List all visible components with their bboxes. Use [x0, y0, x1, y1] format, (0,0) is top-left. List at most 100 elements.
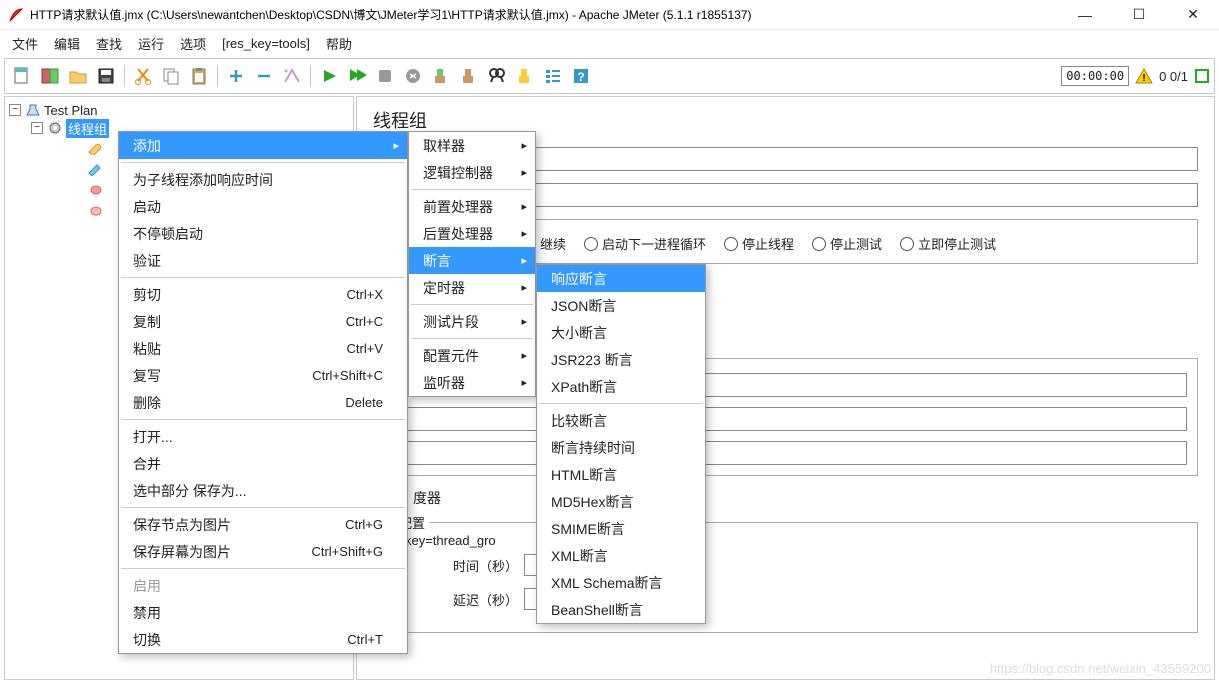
ctx-duration-assertion[interactable]: 断言持续时间 — [537, 434, 705, 461]
search-button[interactable] — [484, 63, 510, 89]
ctx-smime-assertion[interactable]: SMIME断言 — [537, 515, 705, 542]
ctx-merge[interactable]: 合并 — [119, 450, 407, 477]
wrench-icon[interactable] — [86, 139, 106, 155]
clear-all-button[interactable] — [456, 63, 482, 89]
ctx-timer[interactable]: 定时器▸ — [409, 274, 535, 301]
collapse-button[interactable] — [251, 63, 277, 89]
beaker-icon — [25, 103, 41, 117]
radio-stop-test[interactable]: 停止测试 — [812, 234, 882, 253]
menu-search[interactable]: 查找 — [90, 32, 128, 55]
tree-toggle-icon[interactable]: − — [31, 122, 43, 134]
ctx-html-assertion[interactable]: HTML断言 — [537, 461, 705, 488]
menu-run[interactable]: 运行 — [132, 32, 170, 55]
ramp-input[interactable] — [384, 407, 1187, 431]
radio-next-loop[interactable]: 启动下一进程循环 — [584, 234, 706, 253]
ctx-start[interactable]: 启动 — [119, 193, 407, 220]
ctx-assert[interactable]: 断言▸ — [409, 247, 535, 274]
menu-help[interactable]: 帮助 — [320, 32, 358, 55]
elapsed-time: 00:00:00 — [1061, 66, 1129, 86]
minimize-button[interactable]: — — [1067, 7, 1103, 23]
shutdown-button[interactable] — [400, 63, 426, 89]
ctx-open[interactable]: 打开... — [119, 423, 407, 450]
new-button[interactable] — [9, 63, 35, 89]
toolbar: ? 00:00:00 ! 0 0/1 — [4, 58, 1215, 94]
expand-button[interactable] — [223, 63, 249, 89]
context-menu-assertions[interactable]: 响应断言 JSON断言 大小断言 JSR223 断言 XPath断言 比较断言 … — [536, 264, 706, 624]
radio-stop-now[interactable]: 立即停止测试 — [900, 234, 996, 253]
ctx-duplicate[interactable]: 复写Ctrl+Shift+C — [119, 362, 407, 389]
ctx-xmlschema-assertion[interactable]: XML Schema断言 — [537, 569, 705, 596]
ctx-listener[interactable]: 监听器▸ — [409, 369, 535, 396]
pencil-icon[interactable] — [86, 160, 106, 176]
ctx-disable[interactable]: 禁用 — [119, 599, 407, 626]
ctx-sampler[interactable]: 取样器▸ — [409, 132, 535, 159]
tree-root[interactable]: − Test Plan — [9, 101, 349, 119]
titlebar: HTTP请求默认值.jmx (C:\Users\newantchen\Deskt… — [0, 0, 1219, 30]
ctx-xpath-assertion[interactable]: XPath断言 — [537, 373, 705, 400]
ctx-validate[interactable]: 验证 — [119, 247, 407, 274]
radio-stop-thread[interactable]: 停止线程 — [724, 234, 794, 253]
ctx-post[interactable]: 后置处理器▸ — [409, 220, 535, 247]
ctx-compare-assertion[interactable]: 比较断言 — [537, 407, 705, 434]
ctx-toggle[interactable]: 切换Ctrl+T — [119, 626, 407, 653]
toggle-button[interactable] — [279, 63, 305, 89]
menu-options[interactable]: 选项 — [174, 32, 212, 55]
ctx-save-selection[interactable]: 选中部分 保存为... — [119, 477, 407, 504]
scheduler-label: 度器 — [413, 490, 441, 506]
templates-button[interactable] — [37, 63, 63, 89]
stop-button[interactable] — [372, 63, 398, 89]
ctx-response-assertion[interactable]: 响应断言 — [537, 265, 705, 292]
ctx-logic[interactable]: 逻辑控制器▸ — [409, 159, 535, 186]
ctx-save-screen-img[interactable]: 保存屏幕为图片Ctrl+Shift+G — [119, 538, 407, 565]
ctx-jsr223-assertion[interactable]: JSR223 断言 — [537, 346, 705, 373]
paste-button[interactable] — [186, 63, 212, 89]
ctx-add[interactable]: 添加▸ — [119, 132, 407, 159]
bug-icon[interactable] — [86, 181, 106, 197]
ctx-config[interactable]: 配置元件▸ — [409, 342, 535, 369]
clear-button[interactable] — [428, 63, 454, 89]
tree-root-label: Test Plan — [44, 103, 97, 118]
ctx-copy[interactable]: 复制Ctrl+C — [119, 308, 407, 335]
ctx-save-node-img[interactable]: 保存节点为图片Ctrl+G — [119, 511, 407, 538]
ctx-beanshell-assertion[interactable]: BeanShell断言 — [537, 596, 705, 623]
function-helper-button[interactable] — [540, 63, 566, 89]
tree-toggle-icon[interactable]: − — [9, 104, 21, 116]
watermark: https://blog.csdn.net/weixin_43559200 — [990, 661, 1211, 676]
menu-tools[interactable]: [res_key=tools] — [216, 34, 316, 53]
name-input[interactable] — [421, 147, 1198, 171]
open-button[interactable] — [65, 63, 91, 89]
thread-count: 0 0/1 — [1159, 69, 1188, 84]
help-button[interactable]: ? — [568, 63, 594, 89]
menu-edit[interactable]: 编辑 — [48, 32, 86, 55]
ctx-test-frag[interactable]: 测试片段▸ — [409, 308, 535, 335]
ctx-start-nowait[interactable]: 不停顿启动 — [119, 220, 407, 247]
bug2-icon[interactable] — [86, 202, 106, 218]
menu-file[interactable]: 文件 — [6, 32, 44, 55]
ctx-child-resp[interactable]: 为子线程添加响应时间 — [119, 166, 407, 193]
ctx-md5-assertion[interactable]: MD5Hex断言 — [537, 488, 705, 515]
ctx-enable[interactable]: 启用 — [119, 572, 407, 599]
close-button[interactable]: ✕ — [1175, 6, 1211, 23]
start-button[interactable] — [316, 63, 342, 89]
loops-input[interactable] — [384, 441, 1187, 465]
ctx-json-assertion[interactable]: JSON断言 — [537, 292, 705, 319]
warning-icon[interactable]: ! — [1135, 67, 1153, 85]
ctx-pre[interactable]: 前置处理器▸ — [409, 193, 535, 220]
ctx-size-assertion[interactable]: 大小断言 — [537, 319, 705, 346]
ctx-xml-assertion[interactable]: XML断言 — [537, 542, 705, 569]
start-noTimers-button[interactable] — [344, 63, 370, 89]
ctx-cut[interactable]: 剪切Ctrl+X — [119, 281, 407, 308]
reset-search-button[interactable] — [512, 63, 538, 89]
svg-text:!: ! — [1142, 73, 1145, 84]
maximize-button[interactable]: ☐ — [1121, 6, 1157, 23]
context-menu-main[interactable]: 添加▸ 为子线程添加响应时间 启动 不停顿启动 验证 剪切Ctrl+X 复制Ct… — [118, 131, 408, 654]
ctx-delete[interactable]: 删除Delete — [119, 389, 407, 416]
svg-text:?: ? — [577, 70, 584, 84]
ctx-paste[interactable]: 粘贴Ctrl+V — [119, 335, 407, 362]
copy-button[interactable] — [158, 63, 184, 89]
save-button[interactable] — [93, 63, 119, 89]
comment-input[interactable] — [421, 183, 1198, 207]
gear-icon — [47, 121, 63, 135]
context-menu-add[interactable]: 取样器▸ 逻辑控制器▸ 前置处理器▸ 后置处理器▸ 断言▸ 定时器▸ 测试片段▸… — [408, 131, 536, 397]
cut-button[interactable] — [130, 63, 156, 89]
